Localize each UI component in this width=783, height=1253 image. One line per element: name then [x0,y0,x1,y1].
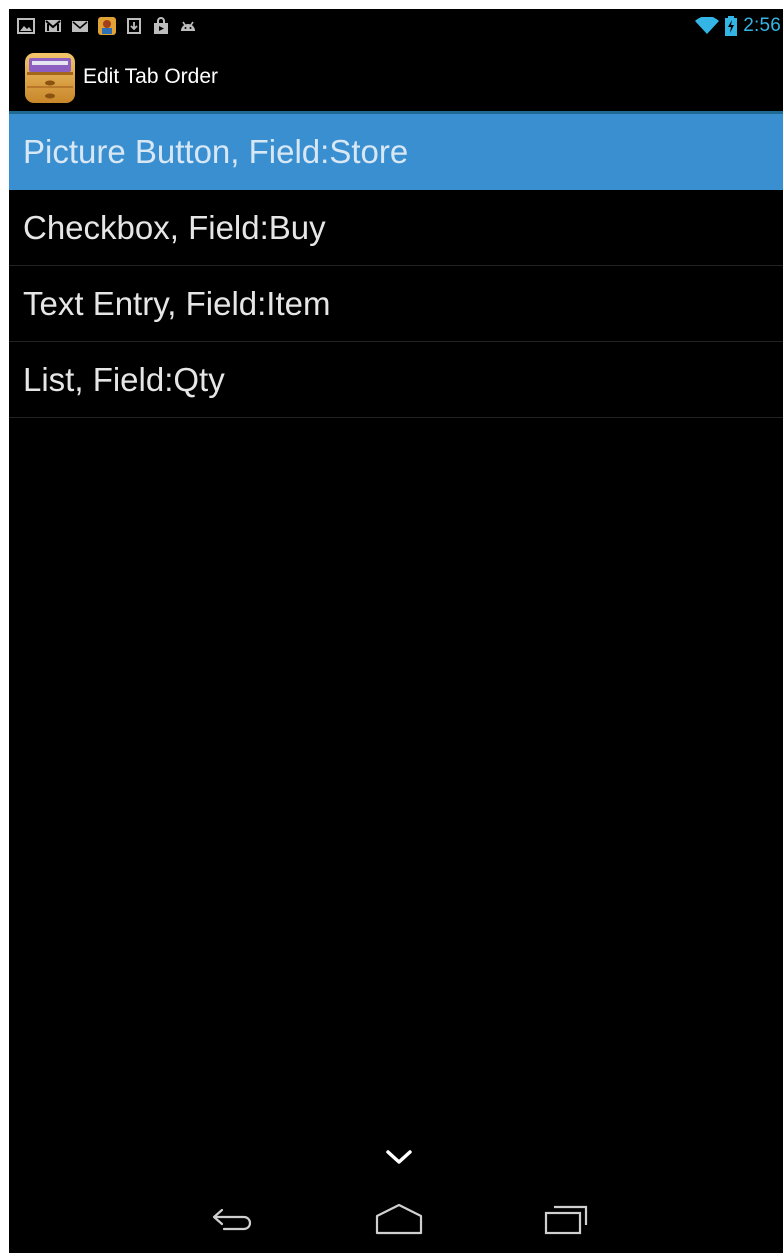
list-item-label: Checkbox, Field:Buy [23,209,326,246]
android-icon [181,21,195,31]
page-title: Edit Tab Order [83,65,219,88]
home-icon [375,1203,423,1235]
recent-apps-button[interactable] [531,1197,601,1241]
list-item[interactable]: List, Field:Qty [9,342,783,418]
navigation-bar [9,1183,783,1253]
download-icon [127,18,141,34]
tab-order-list: Picture Button, Field:Store Checkbox, Fi… [9,114,783,418]
gallery-icon [17,18,35,34]
status-bar: 2:56 [9,9,783,42]
battery-charging-icon [725,16,738,36]
notification-icons[interactable] [17,16,197,36]
home-button[interactable] [364,1197,434,1241]
chevron-down-icon[interactable] [384,1147,414,1167]
list-item[interactable]: Checkbox, Field:Buy [9,190,783,266]
game-app-icon [98,17,116,35]
list-item[interactable]: Text Entry, Field:Item [9,266,783,342]
action-bar: Edit Tab Order [9,42,783,111]
system-status[interactable]: 2:56 [695,15,781,37]
list-item-label: Text Entry, Field:Item [23,285,331,322]
shopping-bag-icon [154,17,168,34]
gmail-icon [45,20,61,32]
app-screen: 2:56 Edit Tab Order Picture Button, Fiel… [9,9,783,1253]
list-item-label: List, Field:Qty [23,361,225,398]
status-clock: 2:56 [743,15,781,36]
list-item-label: Picture Button, Field:Store [23,133,409,170]
wifi-icon [695,17,720,34]
drawer-icon[interactable] [24,52,76,104]
recent-apps-icon [544,1205,588,1235]
back-icon [212,1208,252,1231]
email-icon [72,21,88,32]
back-button[interactable] [199,1197,269,1241]
list-item[interactable]: Picture Button, Field:Store [9,114,783,190]
